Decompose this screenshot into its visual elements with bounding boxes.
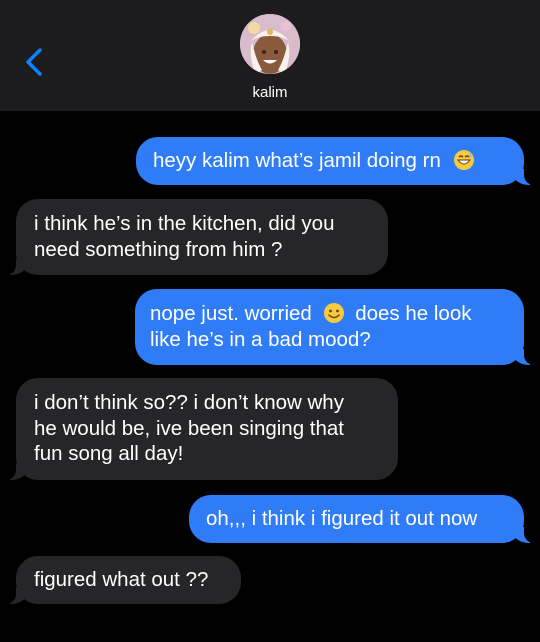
message-text: oh,,, i think i figured it out now bbox=[206, 507, 478, 530]
message-text: heyy kalim what’s jamil doing rn bbox=[153, 149, 441, 172]
incoming-message[interactable]: i don’t think so?? i don’t know why he w… bbox=[4, 378, 398, 480]
message-text-line: need something from him ? bbox=[34, 237, 283, 261]
message-text-line: fun song all day! bbox=[34, 442, 184, 465]
contact-avatar[interactable] bbox=[240, 14, 300, 74]
message-text-line: he would be, ive been singing that bbox=[34, 416, 345, 440]
incoming-message[interactable]: i think he’s in the kitchen, did you nee… bbox=[4, 199, 388, 275]
message-text: does he look bbox=[355, 302, 472, 325]
contact-name[interactable]: kalim bbox=[0, 84, 540, 101]
incoming-message[interactable]: figured what out ?? bbox=[4, 556, 241, 604]
message-text-line: i don’t think so?? i don’t know why bbox=[34, 391, 344, 414]
outgoing-message[interactable]: nope just. worried does he look like he’… bbox=[135, 289, 536, 365]
message-text-line: i think he’s in the kitchen, did you bbox=[34, 212, 335, 235]
chevron-left-icon[interactable] bbox=[20, 44, 48, 80]
conversation-header: kalim bbox=[0, 0, 540, 111]
outgoing-message[interactable]: heyy kalim what’s jamil doing rn bbox=[136, 137, 536, 185]
message-text: nope just. worried bbox=[150, 302, 312, 325]
message-text: figured what out ?? bbox=[34, 568, 209, 591]
message-text-line: like he’s in a bad mood? bbox=[150, 327, 371, 351]
grinning-sweat-emoji bbox=[453, 150, 474, 170]
smiling-face-emoji bbox=[323, 303, 344, 323]
outgoing-message[interactable]: oh,,, i think i figured it out now bbox=[189, 495, 536, 543]
